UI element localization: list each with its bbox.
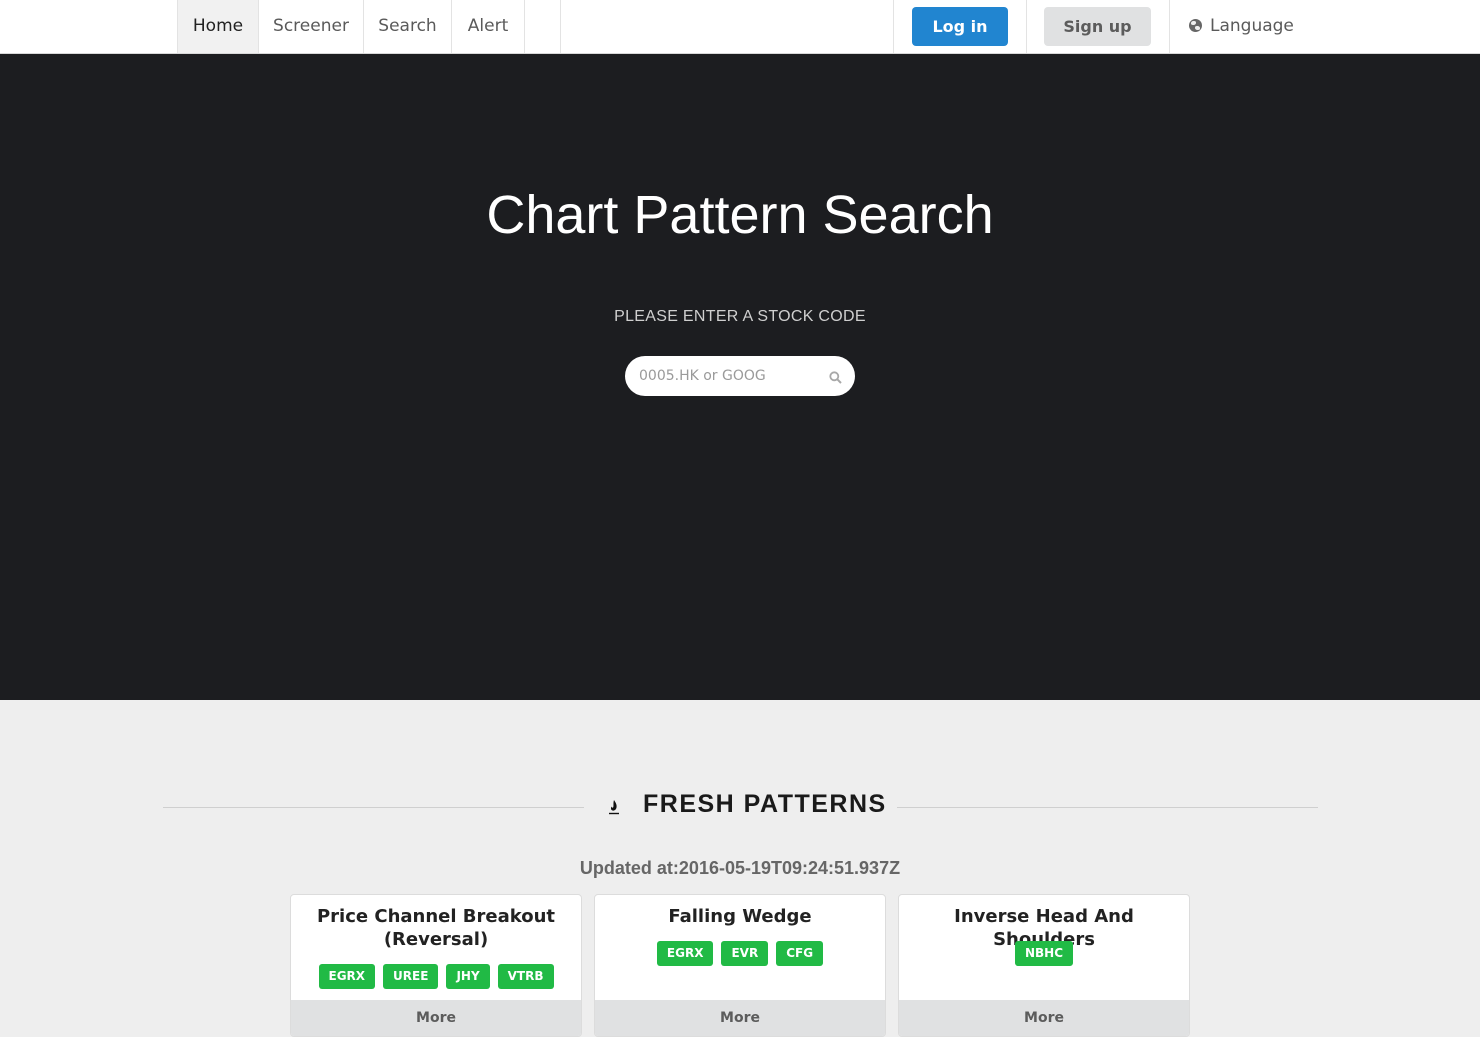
- page-title: Chart Pattern Search: [486, 185, 994, 245]
- nav-divider: [893, 0, 894, 53]
- ticker-tag[interactable]: NBHC: [1014, 941, 1074, 966]
- ticker-tag[interactable]: EGRX: [656, 941, 714, 966]
- more-button[interactable]: More: [595, 1000, 885, 1036]
- top-navigation: Home Screener Search Alert Log in Sign u…: [0, 0, 1480, 54]
- hero-section: Chart Pattern Search PLEASE ENTER A STOC…: [0, 54, 1480, 700]
- nav-item-alert[interactable]: Alert: [452, 0, 525, 53]
- ticker-tag[interactable]: UREE: [383, 964, 439, 989]
- ticker-tag[interactable]: EGRX: [318, 964, 376, 989]
- fire-icon: [609, 800, 619, 815]
- updated-timestamp: Updated at:2016-05-19T09:24:51.937Z: [579, 858, 901, 878]
- divider-left: [163, 807, 584, 808]
- signup-button[interactable]: Sign up: [1044, 7, 1151, 46]
- pattern-card: Falling Wedge EGRX EVR CFG More: [594, 894, 886, 1037]
- nav-divider: [1026, 0, 1027, 53]
- search-box: [625, 356, 855, 396]
- ticker-list: EGRX UREE JHY VTRB: [291, 964, 581, 989]
- pattern-title: Falling Wedge: [668, 906, 812, 927]
- more-button[interactable]: More: [899, 1000, 1189, 1036]
- nav-item-home[interactable]: Home: [177, 0, 259, 53]
- divider-right: [897, 807, 1318, 808]
- language-menu[interactable]: Language: [1189, 0, 1294, 53]
- search-icon[interactable]: [829, 371, 842, 384]
- ticker-tag[interactable]: EVR: [721, 941, 769, 966]
- search-prompt: PLEASE ENTER A STOCK CODE: [614, 308, 866, 325]
- ticker-list: EGRX EVR CFG: [595, 941, 885, 966]
- language-label: Language: [1210, 16, 1294, 36]
- stock-code-input[interactable]: [639, 356, 819, 396]
- ticker-tag[interactable]: JHY: [446, 964, 490, 989]
- ticker-tag[interactable]: VTRB: [497, 964, 554, 989]
- globe-icon: [1189, 19, 1202, 32]
- more-button[interactable]: More: [291, 1000, 581, 1036]
- section-title: FRESH PATTERNS: [643, 790, 887, 818]
- ticker-tag[interactable]: CFG: [776, 941, 824, 966]
- nav-item-screener[interactable]: Screener: [259, 0, 364, 53]
- nav-item-empty: [525, 0, 561, 53]
- ticker-list: NBHC: [899, 941, 1189, 966]
- pattern-title: Price Channel Breakout (Reversal): [316, 906, 556, 950]
- pattern-card: Price Channel Breakout (Reversal) EGRX UR…: [290, 894, 582, 1037]
- login-button[interactable]: Log in: [912, 7, 1008, 46]
- nav-divider: [1169, 0, 1170, 53]
- pattern-card: Inverse Head And Shoulders NBHC More: [898, 894, 1190, 1037]
- nav-item-search[interactable]: Search: [364, 0, 452, 53]
